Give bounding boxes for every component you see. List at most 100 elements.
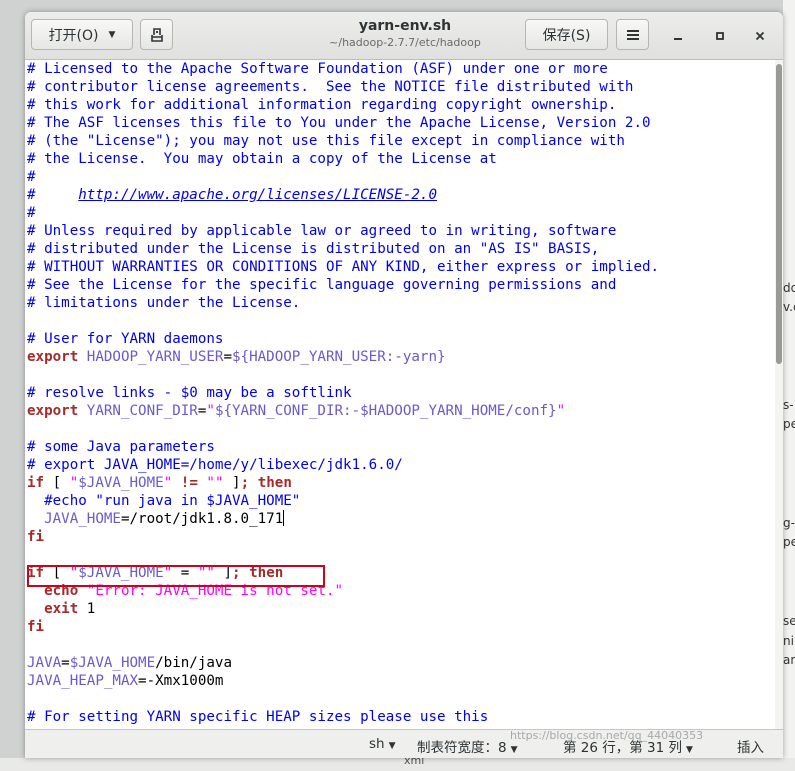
chevron-down-icon: ▼ — [108, 29, 116, 40]
code-line: # See the License for the specific langu… — [27, 276, 659, 294]
code-token: = — [61, 655, 70, 671]
background-text: se — [783, 614, 795, 628]
code-line: if [ "$JAVA_HOME" != "" ]; then — [27, 474, 659, 492]
code-token: # The ASF licenses this file to You unde… — [27, 115, 651, 131]
code-token: # distributed under the License is distr… — [27, 241, 600, 257]
code-token: $JAVA_HOME — [78, 475, 164, 491]
code-token: ${YARN_CONF_DIR:-$HADOOP_YARN_HOME/conf} — [214, 403, 557, 419]
title-area: yarn-env.sh ~/hadoop-2.7.7/etc/hadoop — [255, 18, 555, 51]
gedit-window: 打开(O) ▼ yarn-env.sh ~/hadoop-2.7.7/etc/h… — [25, 12, 783, 758]
chevron-down-icon: ▼ — [510, 745, 518, 755]
close-icon — [755, 31, 765, 41]
code-token: # this work for additional information r… — [27, 97, 617, 113]
text-editor[interactable]: # Licensed to the Apache Software Founda… — [25, 60, 773, 729]
header-bar: 打开(O) ▼ yarn-env.sh ~/hadoop-2.7.7/etc/h… — [25, 12, 783, 60]
code-line: # (the "License"); you may not use this … — [27, 132, 659, 150]
maximize-icon — [716, 32, 724, 40]
code-line: JAVA_HEAP_MAX=-Xmx1000m — [27, 672, 659, 690]
window-subtitle: ~/hadoop-2.7.7/etc/hadoop — [329, 36, 481, 49]
code-line: # distributed under the License is distr… — [27, 240, 659, 258]
code-token: #echo "run java in $JAVA_HOME" — [44, 493, 301, 509]
code-line: exit 1 — [27, 600, 659, 618]
tab-width-selector[interactable]: 制表符宽度：8 ▼ — [417, 736, 518, 756]
background-text: do — [783, 281, 795, 295]
code-line: # Licensed to the Apache Software Founda… — [27, 60, 659, 78]
code-line: # limitations under the License. — [27, 294, 659, 312]
code-token: " — [163, 475, 173, 491]
code-token: "" — [206, 475, 224, 491]
menu-button[interactable] — [616, 19, 649, 50]
license-link[interactable]: http://www.apache.org/licenses/LICENSE-2… — [78, 187, 437, 203]
code-token: =/root/jdk1.8.0_171 — [120, 511, 284, 527]
code-token: = — [223, 349, 233, 365]
background-text: g- — [783, 516, 795, 530]
code-token: JAVA_HEAP_MAX — [27, 673, 139, 689]
language-selector[interactable]: sh ▼ — [369, 736, 396, 752]
code-line: # http://www.apache.org/licenses/LICENSE… — [27, 186, 659, 204]
window-title: yarn-env.sh — [358, 18, 452, 34]
language-label: sh — [369, 736, 385, 752]
background-text: v.c — [783, 300, 795, 314]
code-token: # WITHOUT WARRANTIES OR CONDITIONS OF AN… — [27, 259, 660, 275]
code-token: " — [206, 403, 215, 419]
code-token: export — [27, 349, 79, 365]
code-token: # (the "License"); you may not use this … — [27, 133, 625, 149]
code-line: # WITHOUT WARRANTIES OR CONDITIONS OF AN… — [27, 258, 659, 276]
code-token: # Unless required by applicable law or a… — [27, 223, 617, 239]
background-text: s- — [783, 398, 794, 412]
code-line: # contributor license agreements. See th… — [27, 78, 659, 96]
code-token: if — [27, 475, 45, 491]
new-document-icon — [150, 27, 163, 42]
code-token: 1 — [78, 601, 96, 617]
code-view[interactable]: # Licensed to the Apache Software Founda… — [27, 60, 659, 726]
minimize-button[interactable] — [668, 26, 688, 46]
code-line: # For setting YARN specific HEAP sizes p… — [27, 708, 659, 726]
code-token: HADOOP_YARN_USER — [86, 349, 224, 365]
chevron-down-icon: ▼ — [388, 741, 396, 751]
code-line: # Unless required by applicable law or a… — [27, 222, 659, 240]
background-text: ni — [783, 634, 794, 648]
code-token: ] — [223, 475, 241, 491]
code-token: exit — [44, 601, 79, 617]
code-token: =-Xmx1000m — [138, 673, 224, 689]
vertical-scrollbar[interactable] — [775, 60, 783, 729]
code-line: # export JAVA_HOME=/home/y/libexec/jdk1.… — [27, 456, 659, 474]
java-home-highlight-box — [27, 565, 325, 587]
code-token: # User for YARN daemons — [27, 331, 224, 347]
insert-mode-indicator[interactable]: 插入 — [737, 736, 764, 756]
code-token: ${HADOOP_YARN_USER:-yarn} — [232, 349, 446, 365]
background-text: pe — [783, 535, 795, 549]
maximize-button[interactable] — [710, 26, 730, 46]
code-token: JAVA_HOME — [44, 511, 121, 527]
background-text: pe — [783, 417, 795, 431]
code-line: # some Java parameters — [27, 438, 659, 456]
new-document-button[interactable] — [140, 19, 173, 50]
open-button[interactable]: 打开(O) ▼ — [31, 19, 133, 50]
code-token: JAVA — [27, 655, 62, 671]
code-line: # User for YARN daemons — [27, 330, 659, 348]
close-button[interactable] — [750, 26, 770, 46]
code-token: # the License. You may obtain a copy of … — [27, 151, 497, 167]
code-token: # See the License for the specific langu… — [27, 277, 617, 293]
code-line: export YARN_CONF_DIR="${YARN_CONF_DIR:-$… — [27, 402, 659, 420]
code-line: # resolve links - $0 may be a softlink — [27, 384, 659, 402]
code-line: fi — [27, 618, 659, 636]
cursor-position-label: 第 26 行，第 31 列 — [563, 740, 683, 756]
save-button[interactable]: 保存(S) — [525, 19, 608, 50]
code-token: # Licensed to the Apache Software Founda… — [27, 61, 608, 77]
chevron-down-icon: ▼ — [686, 745, 693, 755]
scrollbar-thumb[interactable] — [776, 64, 782, 364]
code-token: fi — [27, 529, 45, 545]
code-token: $JAVA_HOME — [69, 655, 156, 671]
code-line: # this work for additional information r… — [27, 96, 659, 114]
code-token: # some Java parameters — [27, 439, 215, 455]
hamburger-menu-icon — [626, 29, 639, 40]
code-token: # — [27, 205, 36, 221]
